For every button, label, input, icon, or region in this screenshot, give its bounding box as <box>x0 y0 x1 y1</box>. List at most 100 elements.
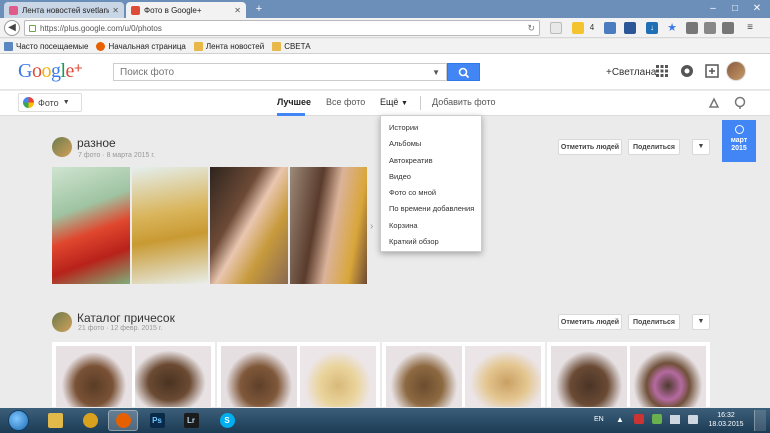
auto-backup-icon[interactable] <box>707 96 721 110</box>
menu-item-albums[interactable]: Альбомы <box>381 136 481 152</box>
photo-thumbnail-girl-1[interactable] <box>210 167 288 284</box>
system-clock[interactable]: 16:32 18.03.2015 <box>706 411 746 429</box>
show-desktop-button[interactable] <box>754 410 766 431</box>
tray-app-icon[interactable] <box>652 414 662 424</box>
tab-close-icon[interactable]: ✕ <box>112 6 119 15</box>
tab-close-icon[interactable]: ✕ <box>234 6 241 15</box>
bookmark-news[interactable]: Лента новостей <box>193 41 264 51</box>
weather-icon[interactable] <box>572 22 584 34</box>
avatar[interactable] <box>726 61 746 81</box>
lightroom-icon: Lr <box>183 413 199 428</box>
photos-pinwheel-icon <box>23 97 34 108</box>
notifications-icon[interactable] <box>680 64 694 78</box>
add-photos-button[interactable]: Добавить фото <box>432 97 496 107</box>
tag-people-button[interactable]: Отметить людей <box>558 139 622 155</box>
back-button[interactable]: ◀ <box>4 20 20 36</box>
home-icon[interactable] <box>686 22 698 34</box>
share-plus-icon[interactable] <box>705 64 719 78</box>
bookmark-home[interactable]: Начальная страница <box>96 41 186 51</box>
google-plus-logo[interactable]: Google+ <box>18 60 83 83</box>
tag-people-button[interactable]: Отметить людей <box>558 314 622 330</box>
menu-item-overview[interactable]: Краткий обзор <box>381 234 481 250</box>
tab-title: Фото в Google+ <box>144 5 202 15</box>
taskbar-photoshop[interactable]: Ps <box>142 410 172 431</box>
taskbar-skype[interactable]: S <box>212 410 242 431</box>
search-icon <box>458 67 470 79</box>
new-tab-button[interactable]: + <box>252 3 266 15</box>
tray-expand-icon[interactable]: ▲ <box>616 415 624 424</box>
tab-more[interactable]: Ещё ▼ <box>380 97 408 107</box>
extension-count: 4 <box>589 23 595 32</box>
language-indicator[interactable]: EN <box>594 416 604 423</box>
photo-thumbnail-tulips[interactable] <box>52 167 130 284</box>
album-options-dropdown[interactable]: ▼ <box>692 139 710 155</box>
taskbar-explorer[interactable] <box>40 410 70 431</box>
taskbar-firefox[interactable] <box>108 410 138 431</box>
menu-item-by-upload-date[interactable]: По времени добавления <box>381 201 481 217</box>
maximize-icon[interactable]: □ <box>724 0 746 18</box>
photo-thumbnail-hairstyle[interactable] <box>465 346 541 407</box>
photo-thumbnail-girl-2[interactable] <box>290 167 367 284</box>
photo-thumbnail-hairstyle[interactable] <box>56 346 132 407</box>
tab-more-label: Ещё <box>380 97 399 107</box>
browser-tab-photos[interactable]: Фото в Google+ ✕ <box>126 2 246 18</box>
share-button[interactable]: Поделиться <box>628 314 680 330</box>
search-box: ▼ <box>113 63 447 81</box>
taskbar-app[interactable] <box>75 410 105 431</box>
download-icon[interactable]: ↓ <box>646 22 658 34</box>
volume-icon[interactable] <box>688 415 698 424</box>
date-jump-badge[interactable]: март 2015 <box>722 120 756 162</box>
photos-subnav: Фото ▼ Лучшее Все фото Ещё ▼ Добавить фо… <box>0 91 770 116</box>
tab-favicon-icon <box>9 5 18 15</box>
menu-icon[interactable]: ≡ <box>744 22 756 34</box>
star-icon[interactable]: ★ <box>666 22 678 34</box>
search-input[interactable] <box>120 66 433 78</box>
google-plus-header: Google+ ▼ +Светлана <box>0 54 770 90</box>
tray-app-icon[interactable] <box>634 414 644 424</box>
clock-time: 16:32 <box>717 412 735 419</box>
menu-item-photos-of-you[interactable]: Фото со мной <box>381 185 481 201</box>
taskbar-lightroom[interactable]: Lr <box>176 410 206 431</box>
menu-item-trash[interactable]: Корзина <box>381 218 481 234</box>
album-title[interactable]: разное <box>77 136 116 150</box>
close-window-icon[interactable]: ✕ <box>746 0 768 18</box>
menu-item-videos[interactable]: Видео <box>381 169 481 185</box>
extension-icon[interactable] <box>722 22 734 34</box>
bookmark-extension-icon[interactable] <box>624 22 636 34</box>
photo-thumbnail-hairstyle[interactable] <box>630 346 706 407</box>
photo-thumbnail-hairstyle[interactable] <box>386 346 462 407</box>
minimize-icon[interactable]: – <box>702 0 724 18</box>
start-button[interactable] <box>8 410 29 431</box>
photos-app-selector[interactable]: Фото ▼ <box>18 93 82 112</box>
search-box-icon[interactable] <box>550 22 562 34</box>
album-meta: 21 фото · 12 февр. 2015 г. <box>78 325 163 332</box>
apps-grid-icon[interactable] <box>655 64 669 78</box>
photo-thumbnail-mimosa[interactable] <box>132 167 208 284</box>
search-button[interactable] <box>447 63 480 81</box>
clock-date: 18.03.2015 <box>708 421 744 428</box>
send-icon[interactable] <box>704 22 716 34</box>
photo-icon[interactable] <box>604 22 616 34</box>
chevron-down-icon[interactable]: ▼ <box>432 68 440 77</box>
browser-tab-news[interactable]: Лента новостей svetlana2... ✕ <box>4 2 124 18</box>
settings-icon[interactable] <box>733 96 747 110</box>
address-bar[interactable]: https://plus.google.com/u/0/photos ↻ <box>24 20 540 36</box>
menu-item-auto-awesome[interactable]: Автокреатив <box>381 153 481 169</box>
chevron-right-icon[interactable]: › <box>370 221 373 232</box>
network-icon[interactable] <box>670 415 680 424</box>
reload-icon[interactable]: ↻ <box>527 23 535 34</box>
photo-thumbnail-hairstyle[interactable] <box>221 346 297 407</box>
tab-highlights[interactable]: Лучшее <box>277 97 311 107</box>
tab-all-photos[interactable]: Все фото <box>326 97 365 107</box>
photo-thumbnail-hairstyle[interactable] <box>300 346 376 407</box>
menu-item-stories[interactable]: Истории <box>381 120 481 136</box>
bookmark-sveta[interactable]: СВЕТА <box>272 41 311 51</box>
album-options-dropdown[interactable]: ▼ <box>692 314 710 330</box>
album-title[interactable]: Каталог причесок <box>77 311 175 325</box>
photo-thumbnail-hairstyle[interactable] <box>135 346 211 407</box>
divider <box>420 96 421 110</box>
photo-thumbnail-hairstyle[interactable] <box>551 346 627 407</box>
bookmark-frequent[interactable]: Часто посещаемые <box>4 41 88 51</box>
share-button[interactable]: Поделиться <box>628 139 680 155</box>
username-link[interactable]: +Светлана <box>606 67 656 78</box>
